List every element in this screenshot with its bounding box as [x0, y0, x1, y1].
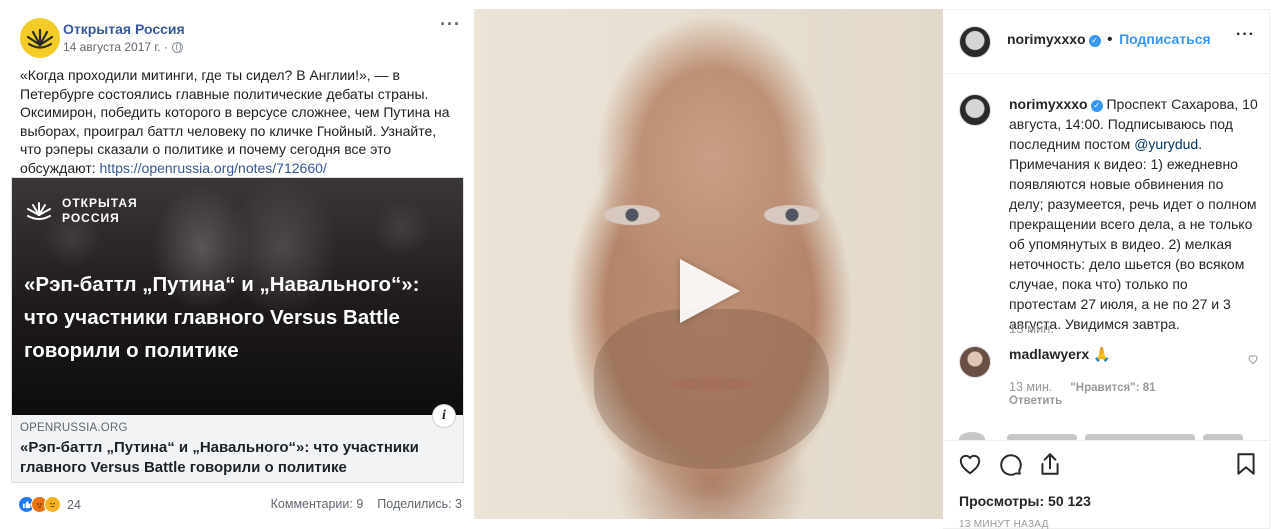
card-logo-line1: ОТКРЫТАЯ: [62, 196, 138, 210]
video-frame-mouth: [669, 377, 754, 391]
like-heart-icon[interactable]: [957, 451, 983, 477]
caption: norimyxxxo ✓ Проспект Сахарова, 10 август…: [1009, 94, 1259, 334]
commenter-username-link[interactable]: madlawyerx: [1009, 346, 1089, 362]
comment-like-heart-icon[interactable]: [1247, 353, 1259, 365]
ig-header: norimyxxxo ✓ • Подписаться ···: [943, 10, 1269, 74]
commenter-avatar[interactable]: [959, 346, 991, 378]
link-preview-card[interactable]: ОТКРЫТАЯ РОССИЯ «Рэп-баттл „Путина“ и „Н…: [11, 177, 464, 483]
page-avatar[interactable]: [20, 18, 60, 58]
comment: madlawyerx 🙏: [1009, 346, 1111, 363]
video-player[interactable]: [474, 9, 943, 519]
shares-count-link[interactable]: Поделились: 3: [377, 497, 462, 511]
angry-face-icon: [37, 503, 42, 508]
card-logo-line2: РОССИЯ: [62, 211, 120, 225]
link-preview-image[interactable]: ОТКРЫТАЯ РОССИЯ «Рэп-баттл „Путина“ и „Н…: [12, 178, 463, 415]
post-date[interactable]: 14 августа 2017 г. ·: [63, 40, 183, 54]
post-date-text[interactable]: 14 августа 2017 г. ·: [63, 40, 168, 54]
comment-timestamp: 13 мин.: [1009, 380, 1053, 394]
facebook-post: Открытая Россия 14 августа 2017 г. · ···…: [0, 0, 472, 529]
post-text: «Когда проходили митинги, где ты сидел? …: [20, 66, 458, 178]
comment-likes-count[interactable]: "Нравится": 81: [1070, 382, 1155, 394]
ig-header-user: norimyxxxo ✓ • Подписаться: [1007, 31, 1211, 49]
play-icon[interactable]: [680, 259, 740, 323]
clipped-next-comment: [959, 428, 1259, 440]
card-domain: OPENRUSSIA.ORG: [20, 422, 128, 434]
video-frame-eye-right: [764, 205, 820, 225]
caption-timestamp: 13 мин.: [1009, 321, 1055, 336]
verified-badge-icon: ✓: [1090, 100, 1103, 112]
verified-badge-icon: ✓: [1088, 35, 1101, 47]
comment-text: 🙏: [1093, 346, 1111, 362]
reply-button[interactable]: Ответить: [1009, 395, 1062, 407]
card-logo-text: ОТКРЫТАЯ РОССИЯ: [62, 196, 138, 226]
instagram-post-panel: norimyxxxo ✓ • Подписаться ··· norimyxxxo…: [943, 9, 1270, 529]
avatar[interactable]: [959, 26, 991, 58]
open-russia-logo-icon: [27, 202, 51, 220]
caption-avatar[interactable]: [959, 94, 991, 126]
thumbs-up-icon: [22, 500, 31, 509]
post-stats: Комментарии: 9 Поделились: 3: [271, 497, 462, 511]
post-footer: 24 Комментарии: 9 Поделились: 3: [18, 496, 462, 514]
username-link[interactable]: norimyxxxo: [1007, 31, 1086, 47]
more-options-button[interactable]: ···: [440, 14, 461, 35]
reactions-count[interactable]: 24: [67, 498, 81, 512]
follow-button[interactable]: Подписаться: [1119, 31, 1211, 47]
comment-bubble-icon[interactable]: [997, 451, 1023, 477]
post-age[interactable]: 13 МИНУТ НАЗАД: [959, 519, 1049, 529]
bookmark-icon[interactable]: [1233, 451, 1259, 477]
action-bar: Просмотры: 50 123 13 МИНУТ НАЗАД: [943, 440, 1269, 529]
views-count[interactable]: Просмотры: 50 123: [959, 493, 1091, 509]
globe-icon: [171, 41, 183, 53]
separator-dot: •: [1107, 31, 1113, 48]
comment-meta: 13 мин. "Нравится": 81: [1009, 380, 1156, 394]
page-name-link[interactable]: Открытая Россия: [63, 21, 185, 37]
card-logo: ОТКРЫТАЯ РОССИЯ: [24, 196, 138, 226]
comments-count-link[interactable]: Комментарии: 9: [271, 497, 364, 511]
sad-reaction-icon: [44, 496, 61, 513]
video-frame-eye-left: [604, 205, 660, 225]
post-link[interactable]: https://openrussia.org/notes/712660/: [100, 160, 327, 176]
caption-username-link[interactable]: norimyxxxo: [1009, 96, 1088, 112]
mention-link[interactable]: @yurydud: [1134, 136, 1198, 152]
caption-text-rest: . Примечания к видео: 1) ежедневно появл…: [1009, 136, 1257, 332]
card-image-headline: «Рэп-баттл „Путина“ и „Навального“»: что…: [24, 273, 420, 362]
card-title[interactable]: «Рэп-баттл „Путина“ и „Навального“»: что…: [20, 438, 456, 478]
reactions-summary[interactable]: 24: [18, 496, 81, 513]
info-icon[interactable]: i: [432, 404, 456, 428]
open-russia-logo-icon: [26, 28, 54, 49]
more-options-button[interactable]: ···: [1236, 26, 1255, 44]
share-upload-icon[interactable]: [1037, 451, 1063, 477]
sad-face-icon: [50, 502, 55, 508]
